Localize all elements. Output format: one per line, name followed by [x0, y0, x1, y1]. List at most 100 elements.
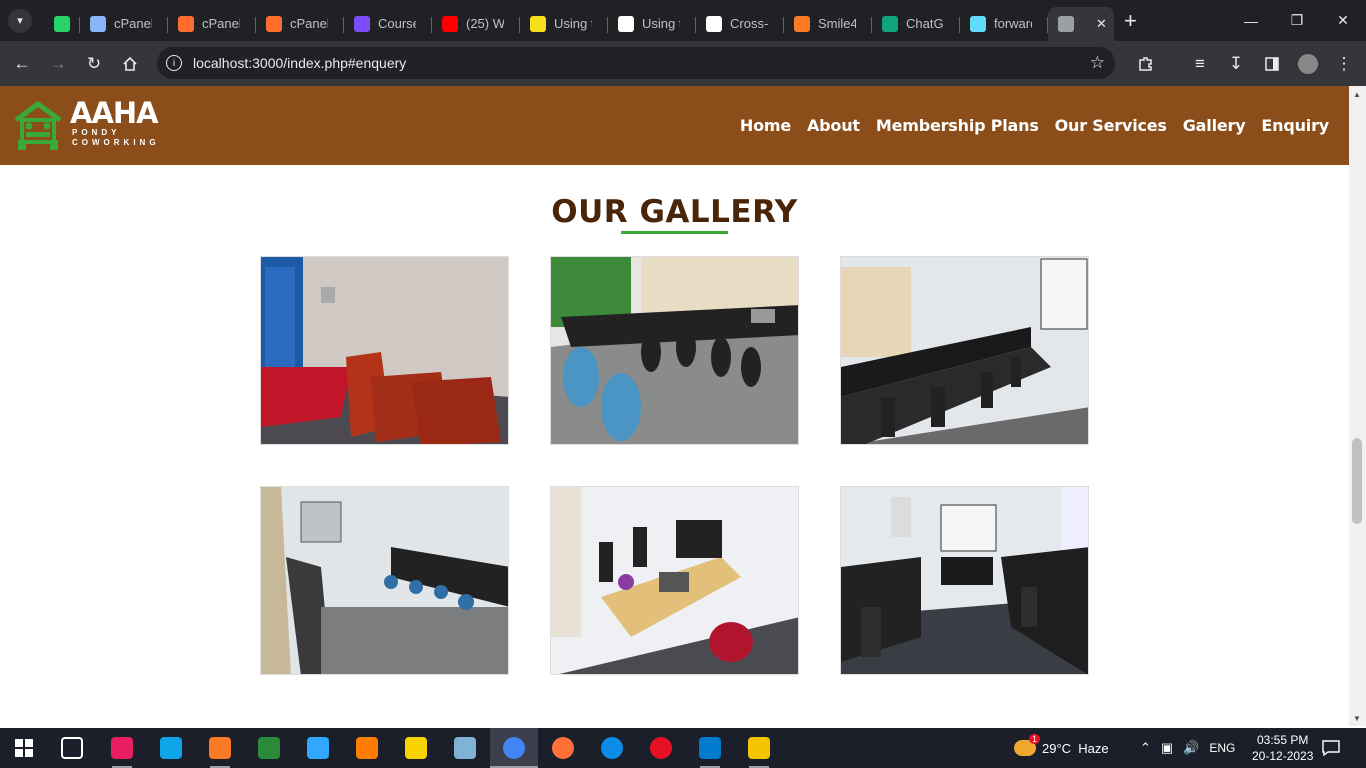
- gallery-photo-3[interactable]: [840, 256, 1089, 445]
- tab-search-icon[interactable]: ▾: [8, 8, 32, 33]
- forward-icon[interactable]: →: [40, 46, 76, 82]
- browser-tab[interactable]: [44, 7, 80, 41]
- browser-tab[interactable]: cPanel F: [256, 7, 344, 41]
- side-panel-icon[interactable]: [1254, 46, 1290, 82]
- photo-cabin-icon: [551, 487, 798, 674]
- logo-text: AAHA: [70, 96, 159, 130]
- taskbar-photoshop-button[interactable]: [294, 728, 342, 768]
- tab-title: Cross-C: [730, 16, 768, 31]
- illustrator-icon: [356, 737, 378, 759]
- taskbar-rstudio-button[interactable]: [245, 728, 293, 768]
- restore-button[interactable]: ❐: [1274, 0, 1320, 41]
- gallery-photo-4[interactable]: [260, 486, 509, 675]
- web-page: AAHA PONDY COWORKING Home About Membership…: [0, 86, 1349, 726]
- tab-title: Using th: [642, 16, 680, 31]
- site-logo[interactable]: AAHA PONDY COWORKING: [12, 98, 172, 154]
- scrollbar-thumb[interactable]: [1352, 438, 1362, 524]
- scroll-down-icon[interactable]: ▼: [1353, 714, 1361, 723]
- reading-list-icon[interactable]: ≡: [1182, 46, 1218, 82]
- new-tab-button[interactable]: +: [1124, 8, 1137, 34]
- weather-text: 29°C Haze: [1042, 740, 1109, 756]
- taskbar-opera-button[interactable]: [637, 728, 685, 768]
- tab-title: (25) Wh: [466, 16, 504, 31]
- taskbar-firefox-button[interactable]: [539, 728, 587, 768]
- close-tab-icon[interactable]: ✕: [1096, 16, 1107, 32]
- gallery-photo-5[interactable]: [550, 486, 799, 675]
- taskbar-sticky-notes-button[interactable]: [392, 728, 440, 768]
- browser-tab[interactable]: (25) Wh: [432, 7, 520, 41]
- reload-icon[interactable]: ↻: [76, 46, 112, 82]
- tab-title: cPanel -: [114, 16, 152, 31]
- extensions-icon[interactable]: [1128, 46, 1164, 82]
- tab-title: cPanel -: [202, 16, 240, 31]
- address-bar[interactable]: i localhost:3000/index.php#enquery ☆: [157, 47, 1115, 79]
- notifications-icon[interactable]: [1322, 728, 1340, 768]
- gallery-title: OUR GALLERY: [551, 194, 798, 230]
- gallery-photo-6[interactable]: [840, 486, 1089, 675]
- browser-w-icon: [111, 737, 133, 759]
- taskbar-file-explorer-button[interactable]: [735, 728, 783, 768]
- nav-link-enquiry[interactable]: Enquiry: [1261, 116, 1329, 135]
- title-underline: [621, 231, 728, 234]
- taskbar-vscode-button[interactable]: [686, 728, 734, 768]
- taskbar-task-view-button[interactable]: [48, 728, 96, 768]
- weather-widget[interactable]: 1 29°C Haze: [1014, 728, 1109, 768]
- site-header: AAHA PONDY COWORKING Home About Membership…: [0, 86, 1349, 165]
- globe-icon: [1058, 15, 1074, 32]
- tab-title: Using th: [554, 16, 592, 31]
- taskbar-chrome-button[interactable]: [490, 728, 538, 768]
- main-nav: Home About Membership Plans Our Services Gal…: [740, 116, 1329, 135]
- nav-link-membership-plans[interactable]: Membership Plans: [876, 116, 1039, 135]
- gallery-photo-2[interactable]: [550, 256, 799, 445]
- browser-tab[interactable]: Cross-C: [696, 7, 784, 41]
- page-scrollbar[interactable]: ▲ ▼: [1349, 86, 1366, 726]
- language-indicator[interactable]: ENG: [1209, 741, 1235, 755]
- taskbar-browser-w-button[interactable]: [98, 728, 146, 768]
- home-icon[interactable]: [112, 46, 148, 82]
- browser-tab[interactable]: Smile4K: [784, 7, 872, 41]
- browser-tab[interactable]: forward: [960, 7, 1048, 41]
- browser-tab[interactable]: Course:: [344, 7, 432, 41]
- nav-link-gallery[interactable]: Gallery: [1183, 116, 1246, 135]
- close-window-button[interactable]: ✕: [1320, 0, 1366, 41]
- taskbar-illustrator-button[interactable]: [343, 728, 391, 768]
- taskbar-notepad-button[interactable]: [441, 728, 489, 768]
- skype-icon: [160, 737, 182, 759]
- minimize-button[interactable]: —: [1228, 0, 1274, 41]
- browser-tab[interactable]: cPanel -: [168, 7, 256, 41]
- gallery-photo-1[interactable]: [260, 256, 509, 445]
- cpanel-icon: [266, 15, 282, 32]
- taskbar-xampp-button[interactable]: [196, 728, 244, 768]
- tab-title: forward: [994, 16, 1032, 31]
- browser-tab[interactable]: Using th: [520, 7, 608, 41]
- scroll-up-icon[interactable]: ▲: [1353, 90, 1361, 99]
- react-icon: [970, 15, 986, 32]
- browser-toolbar: ← → ↻ i localhost:3000/index.php#enquery…: [0, 41, 1366, 86]
- url-text[interactable]: localhost:3000/index.php#enquery: [193, 55, 406, 71]
- browser-tab[interactable]: AAH✕: [1048, 6, 1114, 41]
- course-icon: [354, 15, 370, 32]
- weather-badge: 1: [1028, 734, 1040, 744]
- taskbar-start-button[interactable]: [0, 728, 48, 768]
- browser-tab[interactable]: Using th: [608, 7, 696, 41]
- bookmark-star-icon[interactable]: ☆: [1090, 53, 1105, 73]
- whatsapp-icon: [54, 15, 70, 32]
- taskbar-edge-button[interactable]: [588, 728, 636, 768]
- site-info-icon[interactable]: i: [166, 55, 182, 71]
- weather-icon: 1: [1014, 734, 1040, 756]
- clock[interactable]: 03:55 PM 20-12-2023: [1252, 728, 1313, 768]
- download-icon[interactable]: ↧: [1218, 46, 1254, 82]
- back-icon[interactable]: ←: [4, 46, 40, 82]
- browser-tab[interactable]: ChatGP: [872, 7, 960, 41]
- nav-link-our-services[interactable]: Our Services: [1055, 116, 1167, 135]
- nav-link-home[interactable]: Home: [740, 116, 791, 135]
- tray-chevron-up-icon[interactable]: ⌃: [1140, 740, 1151, 756]
- volume-icon[interactable]: 🔊: [1183, 740, 1199, 756]
- profile-avatar[interactable]: [1290, 46, 1326, 82]
- rstudio-icon: [258, 737, 280, 759]
- browser-tab[interactable]: cPanel -: [80, 7, 168, 41]
- taskbar-skype-button[interactable]: [147, 728, 195, 768]
- nav-link-about[interactable]: About: [807, 116, 860, 135]
- network-icon[interactable]: ▣: [1161, 740, 1173, 756]
- menu-kebab-icon[interactable]: ⋮: [1326, 46, 1362, 82]
